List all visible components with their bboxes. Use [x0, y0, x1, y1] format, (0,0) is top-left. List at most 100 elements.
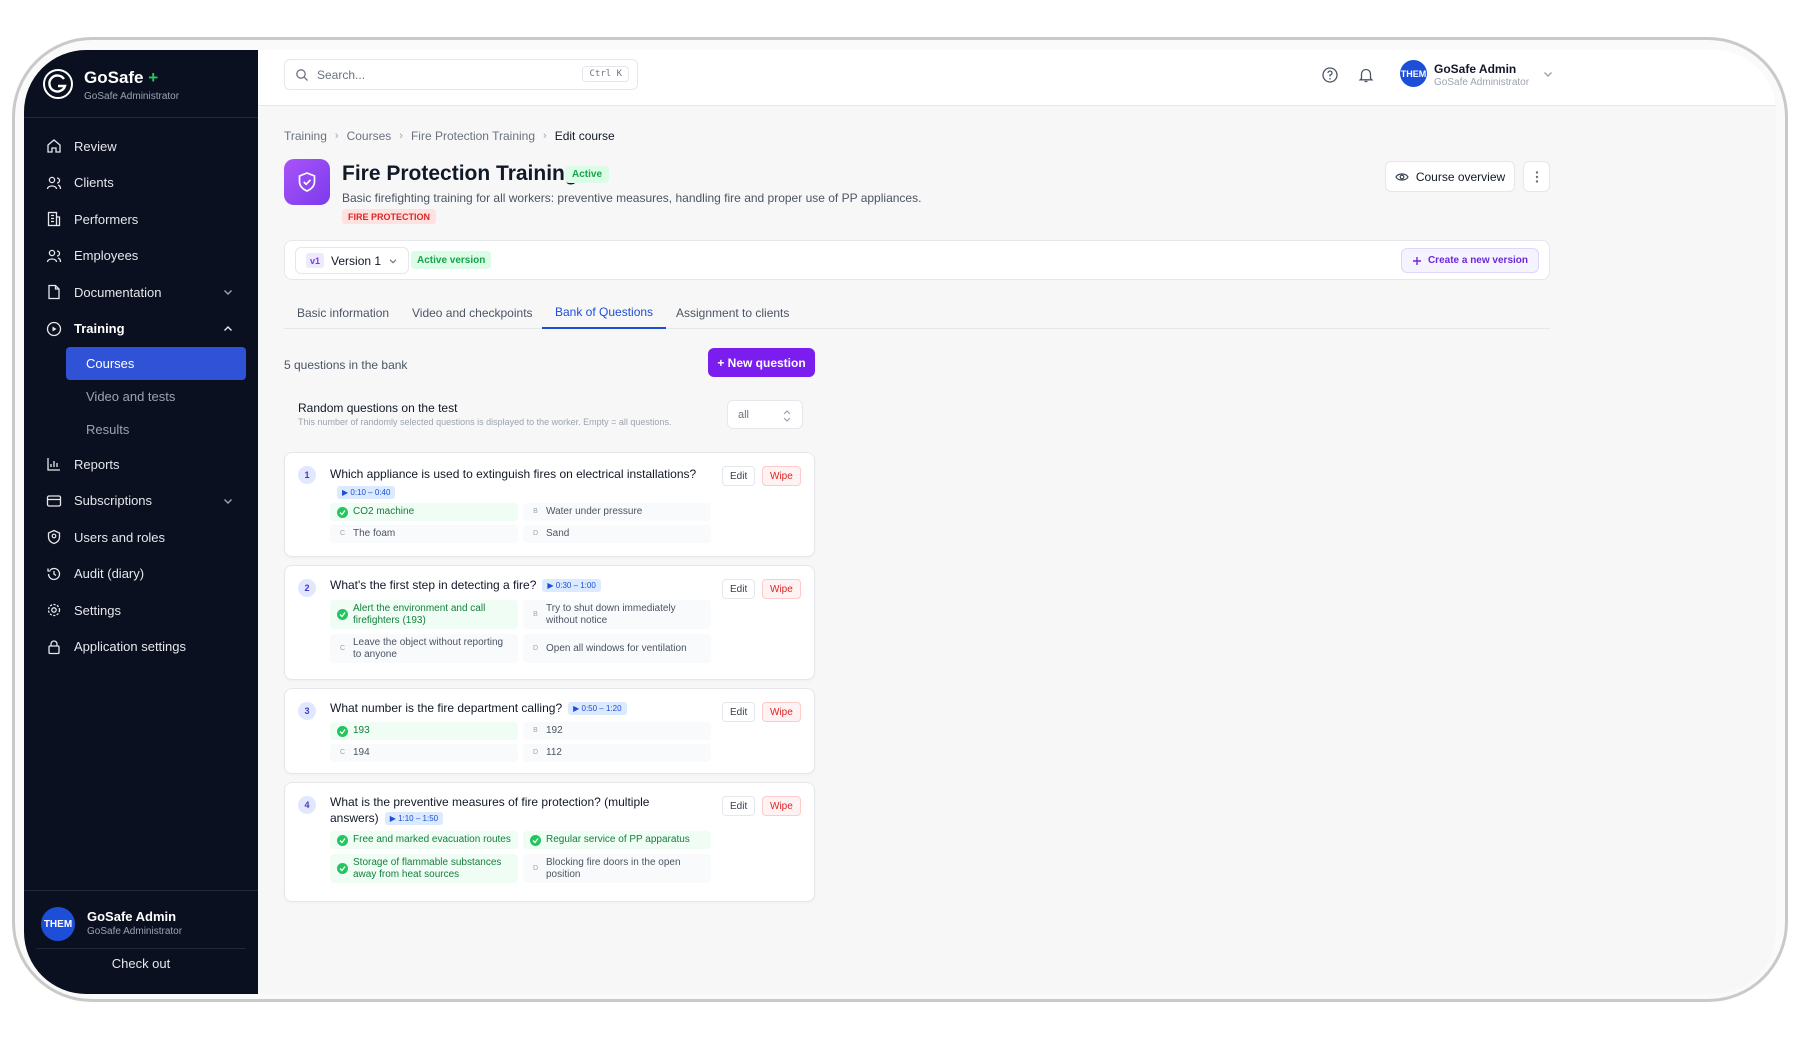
breadcrumb-training[interactable]: Training	[284, 129, 327, 143]
sidebar-user: THEM GoSafe Admin GoSafe Administrator C…	[24, 890, 258, 994]
tab-bank-of-questions[interactable]: Bank of Questions	[542, 296, 667, 329]
more-vertical-icon	[1535, 170, 1538, 183]
bell-icon[interactable]	[1357, 66, 1375, 84]
answer-letter: C	[339, 749, 346, 756]
search-input[interactable]: Search... Ctrl K	[284, 59, 638, 90]
tabs: Basic information Video and checkpoints …	[284, 296, 1550, 329]
sidebar-item-users-and-roles[interactable]: Users and roles	[36, 519, 246, 556]
question-number: 2	[298, 579, 316, 597]
checkout-button[interactable]: Check out	[36, 948, 246, 978]
version-label: Version 1	[331, 253, 382, 268]
answer-letter: D	[532, 644, 539, 652]
sidebar-item-clients[interactable]: Clients	[36, 165, 246, 202]
sidebar-subitem-video-and-tests[interactable]: Video and tests	[66, 380, 246, 413]
check-circle-icon	[530, 834, 541, 846]
edit-button[interactable]: Edit	[722, 702, 756, 722]
sidebar: GoSafe + GoSafe Administrator Review Cli…	[24, 50, 258, 994]
answer-option: D Blocking fire doors in the open positi…	[523, 854, 711, 883]
question-number: 3	[298, 702, 316, 720]
sidebar-item-application-settings[interactable]: Application settings	[36, 629, 246, 666]
answer-option: D Sand	[523, 525, 711, 543]
timestamp-chip[interactable]: ▶ 1:10 – 1:50	[384, 812, 444, 826]
chevron-down-icon[interactable]	[1542, 68, 1554, 80]
tab-basic-information[interactable]: Basic information	[284, 296, 402, 329]
avatar[interactable]: THEM	[41, 907, 75, 941]
wipe-button[interactable]: Wipe	[762, 702, 801, 722]
play-circle-icon	[46, 321, 62, 336]
edit-button[interactable]: Edit	[722, 466, 756, 486]
answer-letter: C	[339, 530, 346, 537]
answer-option: Alert the environment and call firefight…	[330, 600, 518, 629]
sidebar-subitem-results[interactable]: Results	[66, 413, 246, 446]
wipe-button[interactable]: Wipe	[762, 466, 801, 486]
avatar[interactable]: THEM	[1400, 60, 1427, 87]
wipe-button[interactable]: Wipe	[762, 579, 801, 599]
course-overview-label: Course overview	[1415, 169, 1506, 184]
question-text-line: What number is the fire department calli…	[330, 700, 710, 716]
question-text: What number is the fire department calli…	[330, 701, 563, 715]
sidebar-item-settings[interactable]: Settings	[36, 592, 246, 629]
answer-text: Storage of flammable substances away fro…	[353, 856, 502, 880]
question-card: 1 Which appliance is used to extinguish …	[284, 452, 815, 557]
sidebar-item-label: Training	[74, 321, 125, 337]
course-overview-button[interactable]: Course overview	[1385, 161, 1515, 192]
sidebar-subitem-courses[interactable]: Courses	[66, 347, 246, 380]
breadcrumb-course[interactable]: Fire Protection Training	[411, 129, 535, 143]
wipe-button[interactable]: Wipe	[762, 796, 801, 816]
help-icon[interactable]	[1321, 66, 1339, 84]
building-icon	[47, 212, 61, 227]
search-placeholder: Search...	[317, 68, 366, 82]
sidebar-item-label: Subscriptions	[74, 493, 153, 509]
random-questions-value: all	[738, 409, 750, 421]
sidebar-item-review[interactable]: Review	[36, 128, 246, 165]
answer-letter: D	[532, 530, 539, 537]
answer-text: 192	[546, 725, 563, 736]
sidebar-item-training[interactable]: Training	[36, 311, 246, 348]
card-icon	[46, 495, 62, 507]
sidebar-item-documentation[interactable]: Documentation	[36, 274, 246, 311]
brand[interactable]: GoSafe + GoSafe Administrator	[42, 65, 242, 109]
tab-assignment-to-clients[interactable]: Assignment to clients	[663, 296, 802, 329]
course-description: Basic firefighting training for all work…	[342, 191, 922, 205]
lock-icon	[48, 640, 60, 654]
more-options-button[interactable]	[1523, 161, 1550, 192]
random-questions-input[interactable]: all	[727, 400, 803, 429]
answer-letter: C	[339, 644, 346, 652]
topbar-user-name[interactable]: GoSafe Admin	[1434, 62, 1516, 76]
chevron-up-icon	[224, 325, 232, 331]
timestamp-chip[interactable]: ▶ 0:50 – 1:20	[568, 702, 627, 716]
answer-text: Try to shut down immediately without not…	[546, 602, 676, 626]
version-select[interactable]: v1 Version 1	[295, 247, 410, 274]
answer-letter: B	[533, 727, 538, 734]
create-version-button[interactable]: Create a new version	[1400, 248, 1539, 273]
new-question-button[interactable]: + New question	[708, 348, 815, 377]
course-icon	[284, 159, 330, 205]
random-questions-title: Random questions on the test	[298, 401, 458, 415]
edit-button[interactable]: Edit	[722, 796, 756, 816]
timestamp-chip[interactable]: ▶ 0:10 – 0:40	[337, 486, 396, 500]
sidebar-item-reports[interactable]: Reports	[36, 446, 246, 483]
sidebar-item-performers[interactable]: Performers	[36, 201, 246, 238]
sidebar-item-subscriptions[interactable]: Subscriptions	[36, 483, 246, 520]
breadcrumb-courses[interactable]: Courses	[347, 129, 392, 143]
gosafe-logo-icon	[43, 69, 73, 99]
edit-button[interactable]: Edit	[722, 579, 756, 599]
question-text-line: What's the first step in detecting a fir…	[330, 577, 710, 593]
create-version-label: Create a new version	[1427, 255, 1528, 266]
answer-text: Alert the environment and call firefight…	[353, 602, 486, 626]
timestamp-chip[interactable]: ▶ 0:30 – 1:00	[542, 579, 601, 593]
breadcrumb-separator: ›	[543, 130, 547, 142]
history-icon	[47, 567, 61, 580]
tab-video-and-checkpoints[interactable]: Video and checkpoints	[399, 296, 546, 329]
shield-user-icon	[47, 530, 61, 545]
sidebar-item-label: Review	[74, 138, 117, 154]
answer-option: D Open all windows for ventilation	[523, 634, 711, 663]
check-circle-icon	[337, 609, 348, 620]
breadcrumb-separator: ›	[399, 130, 403, 142]
breadcrumb-separator: ›	[334, 130, 339, 142]
sidebar-item-employees[interactable]: Employees	[36, 238, 246, 275]
stepper-icon[interactable]	[782, 409, 792, 423]
sidebar-item-audit[interactable]: Audit (diary)	[36, 556, 246, 593]
page-title: Fire Protection Training	[342, 162, 578, 185]
users-icon	[46, 176, 62, 189]
